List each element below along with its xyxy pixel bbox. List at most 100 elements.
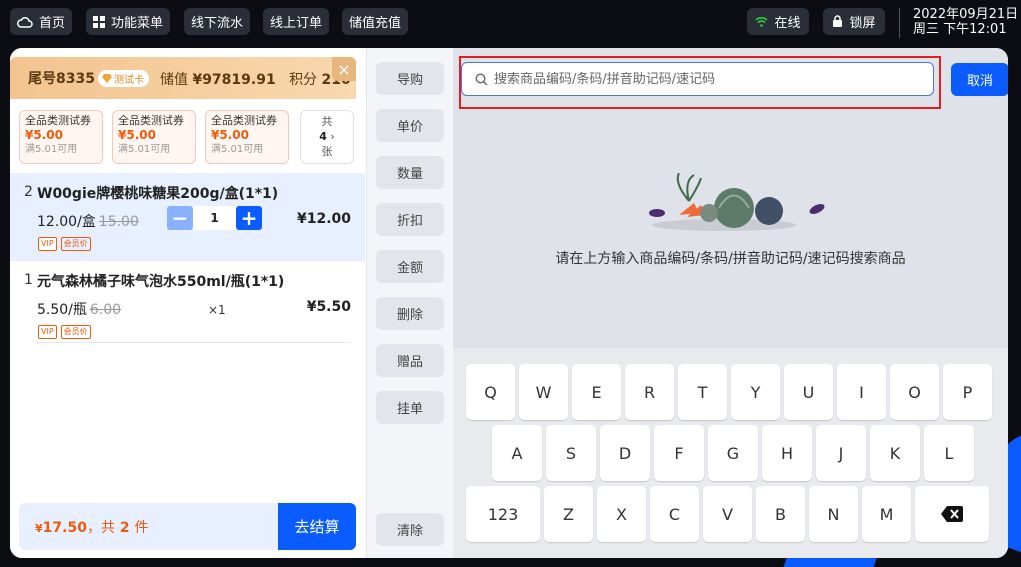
lock-icon — [833, 15, 843, 27]
key-q[interactable]: Q — [466, 364, 515, 420]
coupon-card[interactable]: 全品类测试券 ¥5.00 满5.01可用 — [19, 110, 103, 164]
cart-row-price: 5.50/瓶 6.00 — [37, 299, 121, 319]
cart-row[interactable]: 1 元气森林橘子味气泡水550ml/瓶(1*1) 5.50/瓶 6.00 ×1 ¥… — [10, 261, 365, 349]
quantity-button[interactable]: 数量 — [376, 156, 444, 189]
offline-flow-button[interactable]: 线下流水 — [184, 8, 250, 35]
key-c[interactable]: C — [650, 486, 699, 542]
key-backspace[interactable] — [915, 486, 989, 542]
empty-hint: 请在上方输入商品编码/条码/拼音助记码/速记码搜索商品 — [555, 251, 906, 267]
key-x[interactable]: X — [597, 486, 646, 542]
grid-icon — [92, 15, 105, 28]
key-a[interactable]: A — [492, 425, 542, 481]
cart-row-index: 2 — [24, 184, 33, 200]
coupon-card[interactable]: 全品类测试券 ¥5.00 满5.01可用 — [112, 110, 196, 164]
key-r[interactable]: R — [625, 364, 674, 420]
key-k[interactable]: K — [870, 425, 920, 481]
quantity-value[interactable]: 1 — [193, 206, 236, 230]
coupon-condition: 满5.01可用 — [25, 144, 78, 155]
recharge-button[interactable]: 储值充值 — [342, 8, 408, 35]
close-icon: × — [337, 59, 351, 79]
key-l[interactable]: L — [924, 425, 974, 481]
key-i[interactable]: I — [837, 364, 886, 420]
cart-row-index: 1 — [24, 272, 33, 288]
home-button[interactable]: 首页 — [10, 8, 72, 35]
guide-button[interactable]: 导购 — [376, 62, 444, 95]
function-menu-label: 功能菜单 — [110, 16, 163, 31]
key-s[interactable]: S — [546, 425, 596, 481]
key-g[interactable]: G — [708, 425, 758, 481]
cart-row-total: ¥12.00 — [296, 211, 351, 227]
backspace-icon — [941, 506, 963, 522]
key-w[interactable]: W — [519, 364, 568, 420]
search-box[interactable] — [461, 62, 934, 96]
cloud-icon — [16, 16, 33, 28]
function-menu-button[interactable]: 功能菜单 — [86, 8, 170, 35]
amount-button[interactable]: 金额 — [376, 250, 444, 283]
row-divider — [37, 342, 351, 343]
key-u[interactable]: U — [784, 364, 833, 420]
key-n[interactable]: N — [809, 486, 858, 542]
weekday-time-text: 周三 下午12:01 — [913, 22, 1007, 37]
key-o[interactable]: O — [890, 364, 939, 420]
home-label: 首页 — [38, 16, 65, 31]
quantity-stepper: − 1 + — [167, 206, 262, 230]
key-v[interactable]: V — [703, 486, 752, 542]
search-input[interactable] — [494, 71, 914, 87]
checkout-button[interactable]: 去结算 — [278, 503, 356, 550]
discount-button[interactable]: 折扣 — [376, 203, 444, 236]
points-label: 积分 — [289, 72, 318, 88]
search-panel: 取消 请在上方输入商品编码/条码/拼音助记码/速记码搜索商品 Q W E R T… — [453, 48, 1008, 558]
online-order-button[interactable]: 线上订单 — [263, 8, 329, 35]
offline-flow-label: 线下流水 — [190, 16, 243, 31]
key-m[interactable]: M — [862, 486, 911, 542]
lock-screen-button[interactable]: 锁屏 — [823, 8, 885, 35]
search-icon — [475, 72, 488, 85]
cancel-label: 取消 — [966, 74, 993, 89]
onscreen-keyboard: Q W E R T Y U I O P A S D F G H J K L 12… — [453, 348, 1008, 558]
gift-button[interactable]: 赠品 — [376, 344, 444, 377]
coupon-name: 全品类测试券 — [118, 114, 184, 127]
coupon-card[interactable]: 全品类测试券 ¥5.00 满5.01可用 — [205, 110, 289, 164]
member-card-tag: 测试卡 — [98, 70, 149, 87]
cart-row-name: W00gie牌樱桃味糖果200g/盒(1*1) — [37, 186, 279, 202]
decrease-quantity-button[interactable]: − — [167, 206, 193, 230]
increase-quantity-button[interactable]: + — [236, 206, 262, 230]
coupon-count-button[interactable]: 共 4 › 张 — [300, 110, 354, 164]
member-phone-tail: 尾号8335 — [28, 71, 95, 87]
coupon-count-pre: 共 — [321, 115, 333, 128]
coupon-value: ¥5.00 — [118, 128, 156, 142]
coupon-name: 全品类测试券 — [211, 114, 277, 127]
online-status-button[interactable]: 在线 — [747, 8, 809, 35]
key-numeric-toggle[interactable]: 123 — [466, 486, 540, 542]
coupon-condition: 满5.01可用 — [211, 144, 264, 155]
key-d[interactable]: D — [600, 425, 650, 481]
cart-row[interactable]: 2 W00gie牌樱桃味糖果200g/盒(1*1) 12.00/盒 15.00 −… — [10, 173, 365, 261]
close-member-button[interactable]: × — [332, 57, 356, 81]
delete-button[interactable]: 删除 — [376, 297, 444, 330]
vip-badge: VIP — [38, 325, 57, 339]
date-text: 2022年09月21日 — [913, 7, 1019, 22]
lock-screen-label: 锁屏 — [849, 16, 876, 31]
key-e[interactable]: E — [572, 364, 621, 420]
key-t[interactable]: T — [678, 364, 727, 420]
hold-order-button[interactable]: 挂单 — [376, 391, 444, 424]
original-price: 6.00 — [89, 302, 122, 318]
count-suffix: 件 — [134, 520, 149, 536]
member-card[interactable]: 尾号8335 测试卡 储值 ¥97819.91 积分 210 × — [10, 57, 356, 99]
balance-label: 储值 — [160, 72, 188, 88]
cart-row-tags: VIP 会员价 — [38, 237, 91, 251]
balance-value: ¥97819.91 — [192, 72, 276, 88]
key-y[interactable]: Y — [731, 364, 780, 420]
coupon-condition: 满5.01可用 — [118, 144, 171, 155]
cancel-button[interactable]: 取消 — [951, 63, 1008, 96]
key-p[interactable]: P — [943, 364, 992, 420]
key-h[interactable]: H — [762, 425, 812, 481]
key-j[interactable]: J — [816, 425, 866, 481]
key-z[interactable]: Z — [544, 486, 593, 542]
key-b[interactable]: B — [756, 486, 805, 542]
cart-panel: 尾号8335 测试卡 储值 ¥97819.91 积分 210 × 全品类测试券 … — [10, 48, 365, 558]
unit-price-button[interactable]: 单价 — [376, 109, 444, 142]
clear-button[interactable]: 清除 — [376, 513, 444, 546]
diamond-icon — [102, 74, 112, 83]
key-f[interactable]: F — [654, 425, 704, 481]
